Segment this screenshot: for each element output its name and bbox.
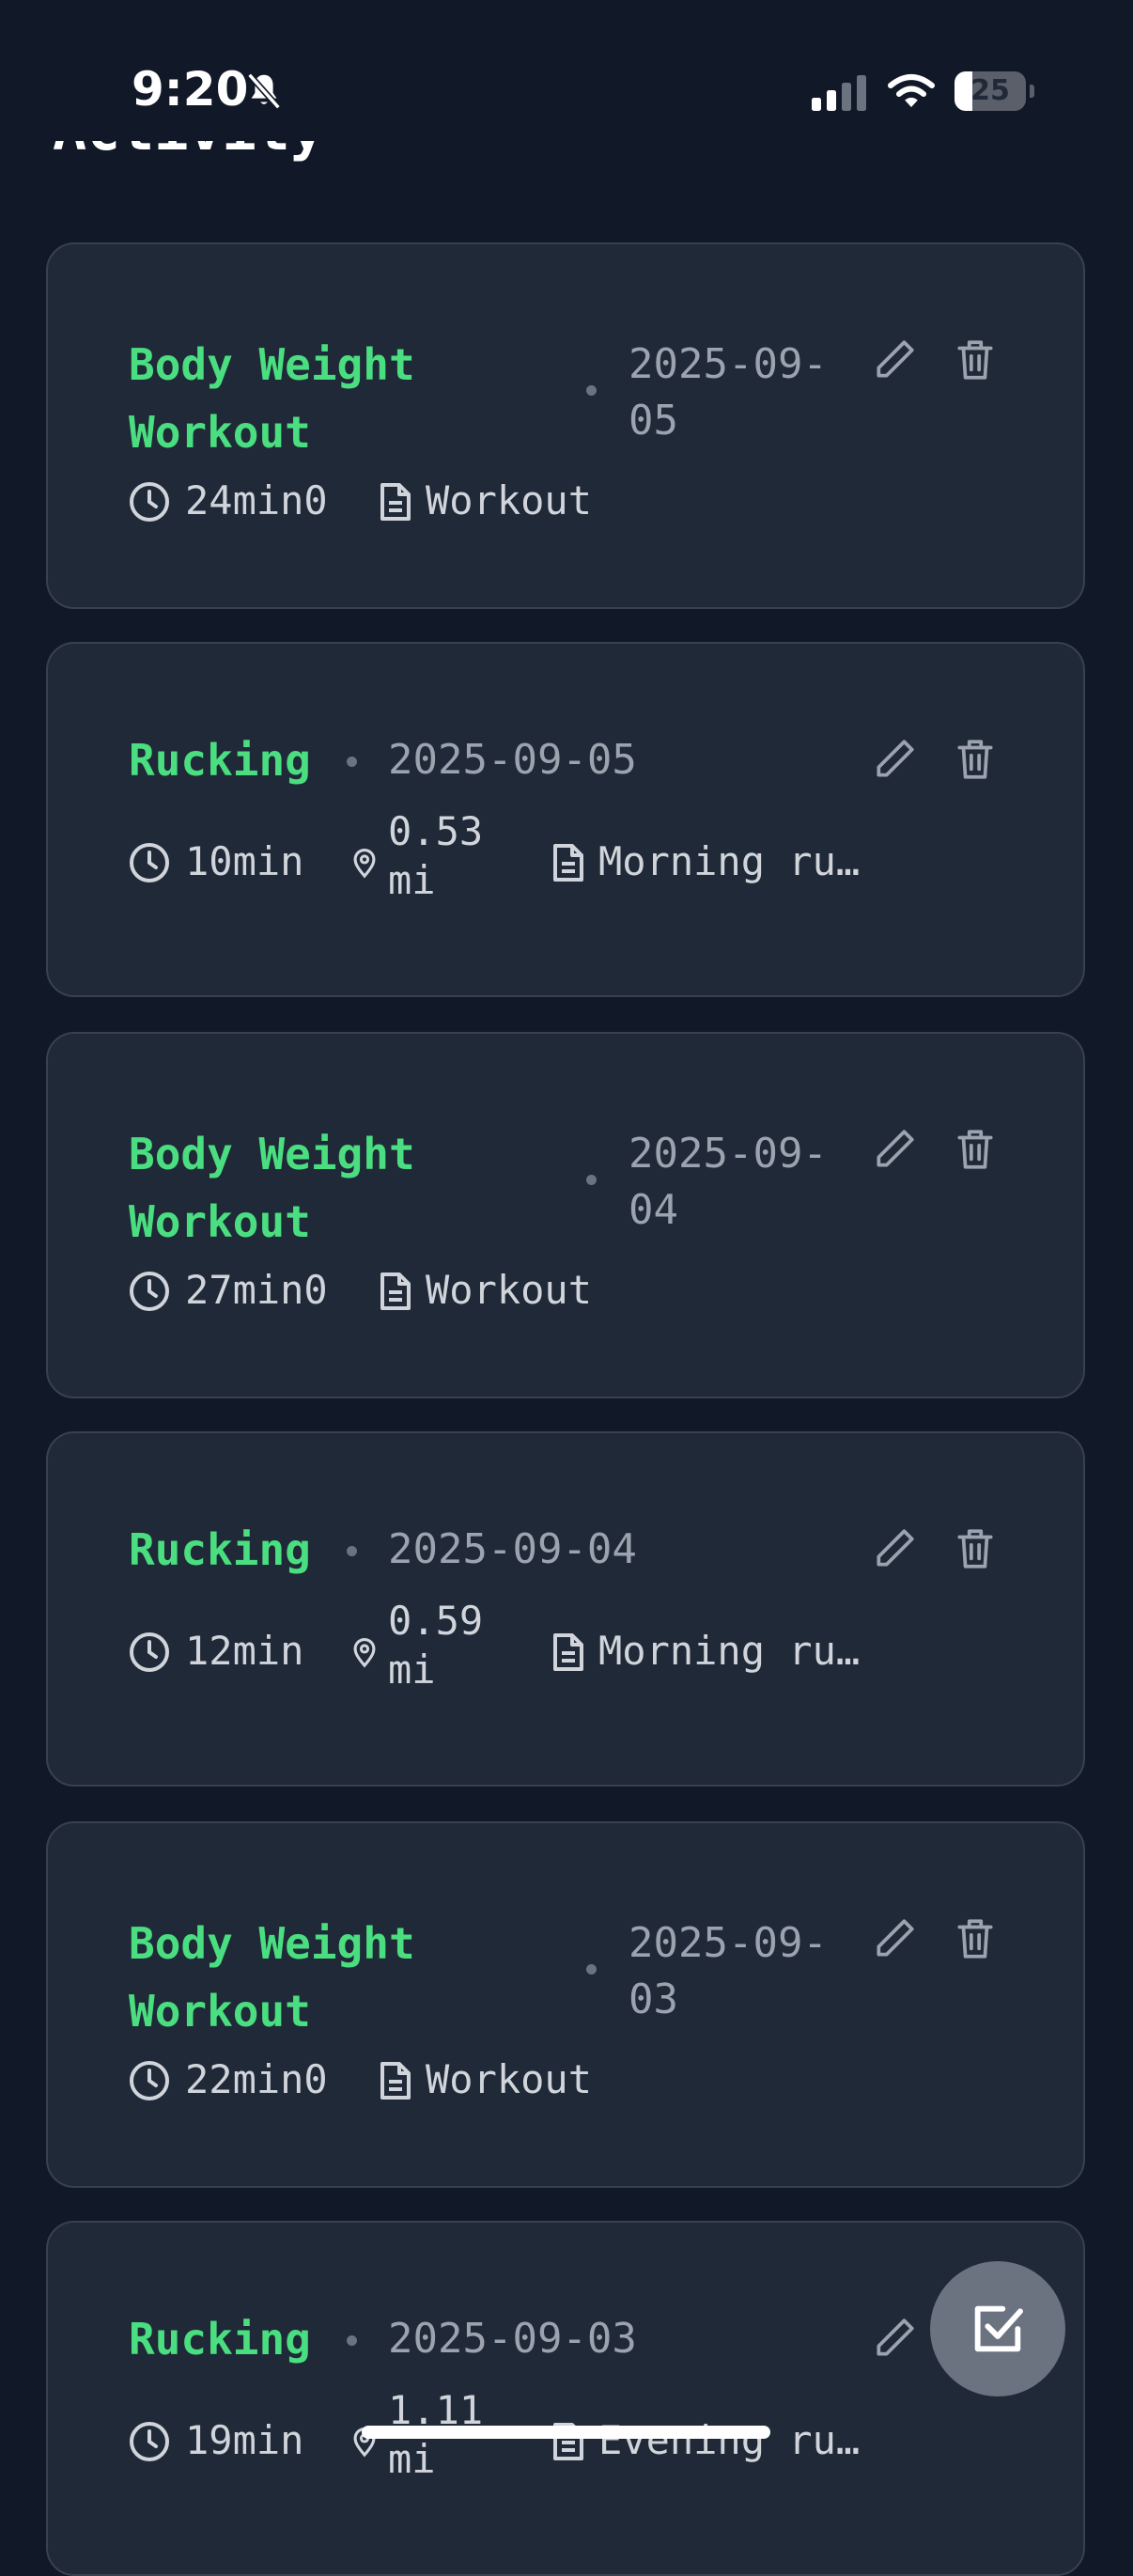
activity-distance: 0.53 mi [388, 808, 484, 903]
separator-dot [347, 1546, 357, 1556]
activity-notes: Morning ru… [598, 838, 861, 884]
activity-duration: 22min0 [185, 2056, 328, 2102]
location-pin-icon [353, 848, 376, 879]
trash-icon[interactable] [952, 736, 999, 783]
activity-name: Rucking [129, 1524, 311, 1575]
edit-icon[interactable] [871, 2315, 918, 2362]
activity-name: Body Weight Workout [129, 339, 415, 458]
activity-duration: 10min [185, 838, 304, 884]
log-activity-fab[interactable] [930, 2261, 1065, 2396]
edit-icon[interactable] [871, 1525, 918, 1572]
activity-card[interactable]: Body Weight Workout 2025-09-05 24min0 Wo… [46, 242, 1085, 609]
activity-card[interactable]: Body Weight Workout 2025-09-04 27min0 Wo… [46, 1032, 1085, 1398]
clock-icon [130, 482, 169, 522]
activity-notes: Workout [426, 2056, 593, 2102]
wifi-icon [888, 74, 935, 107]
activity-notes: Workout [426, 1267, 593, 1313]
activity-card[interactable]: Rucking 2025-09-04 12min 0.59 mi Morning… [46, 1431, 1085, 1787]
separator-dot [586, 385, 597, 396]
activity-duration: 19min [185, 2417, 304, 2463]
activity-name: Body Weight Workout [129, 1129, 415, 1247]
bell-slash-icon [247, 72, 281, 110]
activity-date: 2025-09-03 [388, 2315, 637, 2363]
trash-icon[interactable] [952, 1525, 999, 1572]
clock-icon [130, 2422, 169, 2461]
cellular-signal-icon [812, 75, 866, 111]
trash-icon[interactable] [952, 1915, 999, 1962]
activity-date: 2025-09-05 [388, 736, 637, 784]
activity-duration: 24min0 [185, 477, 328, 523]
battery-icon: 25 [955, 71, 1034, 111]
status-time: 9:20 [132, 62, 249, 117]
activity-name: Body Weight Workout [129, 1918, 415, 2037]
document-icon [553, 844, 583, 882]
edit-icon[interactable] [871, 1126, 918, 1173]
activity-distance: 0.59 mi [388, 1598, 484, 1693]
activity-duration: 12min [185, 1628, 304, 1674]
activity-date: 2025-09-04 [629, 1130, 828, 1234]
document-icon [553, 1633, 583, 1671]
activity-notes: Evening ru… [598, 2417, 861, 2463]
home-indicator[interactable] [362, 2426, 770, 2439]
document-icon [380, 1272, 411, 1310]
document-icon [380, 483, 411, 521]
activity-notes: Workout [426, 477, 593, 523]
separator-dot [347, 757, 357, 767]
document-icon [380, 2062, 411, 2100]
activity-name: Rucking [129, 2314, 311, 2365]
edit-icon[interactable] [871, 336, 918, 383]
separator-dot [586, 1964, 597, 1975]
check-square-icon [974, 2305, 1023, 2352]
activity-card[interactable]: Body Weight Workout 2025-09-03 22min0 Wo… [46, 1821, 1085, 2188]
edit-icon[interactable] [871, 1915, 918, 1962]
clock-icon [130, 843, 169, 882]
trash-icon[interactable] [952, 336, 999, 383]
clock-icon [130, 2061, 169, 2100]
activity-card[interactable]: Rucking 2025-09-03 19min 1.11 mi Evening… [46, 2221, 1085, 2576]
activity-name: Rucking [129, 735, 311, 786]
activity-card[interactable]: Rucking 2025-09-05 10min 0.53 mi Morning… [46, 642, 1085, 997]
activity-date: 2025-09-04 [388, 1525, 637, 1573]
location-pin-icon [353, 1637, 376, 1668]
page-title: Activity [53, 141, 363, 182]
activity-duration: 27min0 [185, 1267, 328, 1313]
activity-notes: Morning ru… [598, 1628, 861, 1674]
separator-dot [347, 2335, 357, 2346]
edit-icon[interactable] [871, 736, 918, 783]
clock-icon [130, 1632, 169, 1672]
separator-dot [586, 1175, 597, 1185]
activity-date: 2025-09-05 [629, 340, 828, 445]
battery-level: 25 [970, 74, 1010, 107]
status-bar: 9:20 25 [0, 0, 1133, 141]
activity-date: 2025-09-03 [629, 1919, 828, 2023]
clock-icon [130, 1272, 169, 1311]
trash-icon[interactable] [952, 1126, 999, 1173]
